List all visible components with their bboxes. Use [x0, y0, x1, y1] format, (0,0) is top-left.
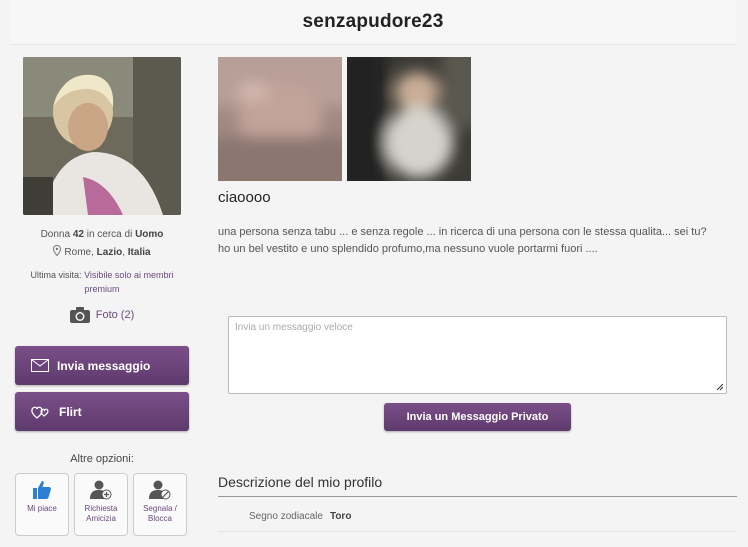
profile-description-heading: Descrizione del mio profilo — [218, 474, 737, 497]
envelope-icon — [31, 359, 49, 372]
quick-message-input[interactable]: Invia un messaggio veloce — [228, 316, 727, 394]
like-button[interactable]: Mi piace — [15, 473, 69, 536]
more-options-label: Altre opzioni: — [70, 453, 134, 465]
profile-bio: una persona senza tabu ... e senza regol… — [218, 226, 707, 255]
zodiac-value: Toro — [329, 511, 352, 522]
profile-location: Rome, Lazio, Italia — [14, 245, 190, 258]
quick-message-placeholder: Invia un messaggio veloce — [235, 322, 353, 333]
gallery-photo[interactable] — [218, 57, 342, 181]
send-private-message-button[interactable]: Invia un Messaggio Privato — [384, 403, 571, 431]
hearts-icon — [31, 406, 49, 419]
premium-link[interactable]: Visibile solo ai membri premium — [84, 270, 173, 294]
profile-username: senzapudore23 — [302, 11, 444, 32]
resize-handle-icon[interactable] — [716, 383, 724, 391]
thumbs-up-icon — [33, 481, 51, 499]
camera-icon — [69, 307, 90, 323]
flirt-button[interactable]: Flirt — [15, 392, 189, 431]
profile-basic-info: Donna 42 in cerca di Uomo — [40, 229, 164, 240]
add-user-icon — [90, 480, 112, 500]
last-visit: Ultima visita: Visibile solo ai membri p… — [30, 270, 174, 294]
friend-request-button[interactable]: Richiesta Amicizia — [74, 473, 128, 536]
profile-photo[interactable] — [23, 57, 181, 215]
zodiac-label: Segno zodiacale — [249, 511, 323, 522]
send-message-button[interactable]: Invia messaggio — [15, 346, 189, 385]
page-header: senzapudore23 — [10, 0, 736, 45]
status-message: ciaoooo — [218, 189, 271, 206]
zodiac-row: Segno zodiacale Toro — [218, 504, 737, 532]
report-block-button[interactable]: Segnala / Blocca — [133, 473, 187, 536]
gallery-photo[interactable] — [347, 57, 471, 181]
photos-link[interactable]: Foto (2) — [14, 307, 190, 323]
location-pin-icon — [53, 245, 62, 256]
photos-label: Foto (2) — [95, 309, 135, 321]
block-user-icon — [149, 480, 171, 500]
